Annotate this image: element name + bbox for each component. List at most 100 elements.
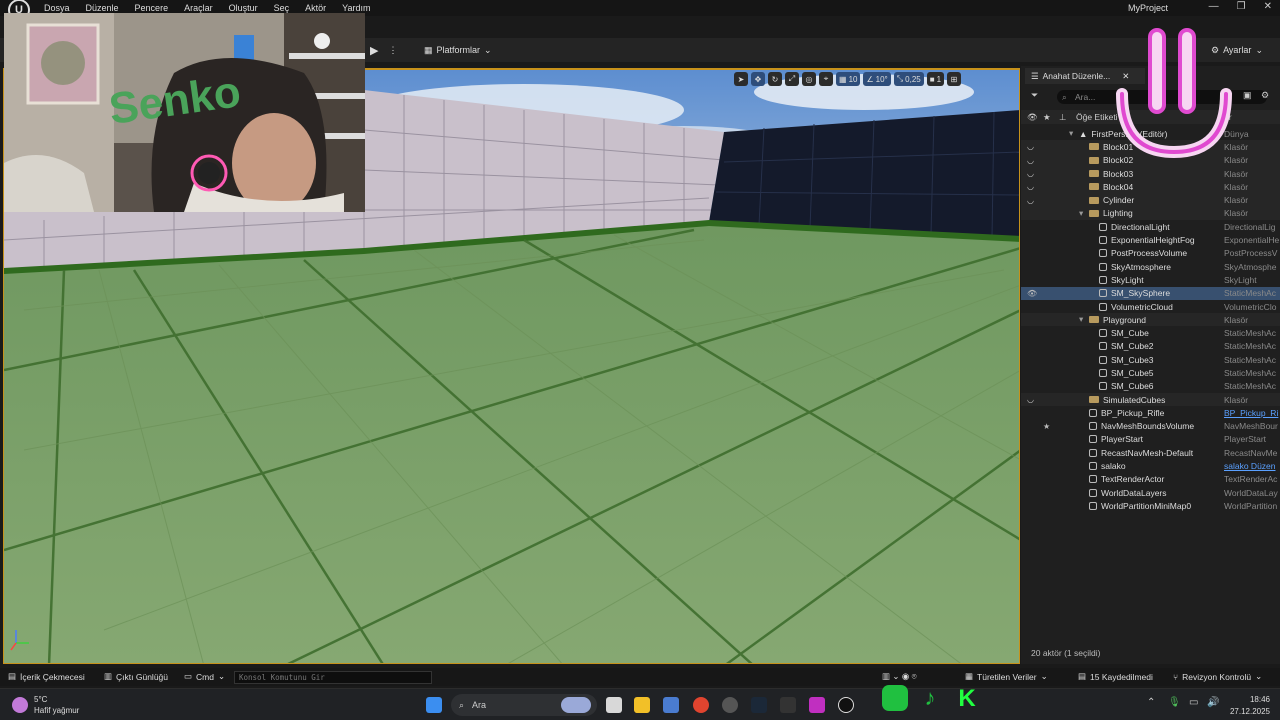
add-folder-icon[interactable]: ▣ [1243,90,1252,101]
outliner-row[interactable]: WorldDataLayers WorldDataLay [1021,486,1280,499]
outliner-row[interactable]: salako salako Düzen [1021,459,1280,472]
pin-icon[interactable]: ⊥ [1059,112,1066,123]
clock[interactable]: 18:46 27.12.2025 [1228,694,1270,718]
weather-widget[interactable]: 5°C Hafif yağmur [12,694,79,716]
camera-speed-button[interactable]: ■ 1 [926,72,945,86]
row-type: RecastNavMe [1224,447,1278,458]
store-icon[interactable] [663,697,679,713]
star-icon[interactable]: ★ [1043,112,1051,123]
visibility-icon[interactable]: ◡ [1027,169,1037,178]
file-explorer-icon[interactable] [634,697,650,713]
menu-window[interactable]: Pencere [127,3,177,13]
menu-tools[interactable]: Araçlar [176,3,221,13]
world-space-icon[interactable]: ◎ [802,72,816,86]
cmd-dropdown[interactable]: ▭ Cmd ⌄ [184,671,225,682]
select-mode-icon[interactable]: ➤ [734,72,748,86]
outliner-row[interactable]: ◡ Cylinder Klasör [1021,193,1280,207]
outliner-row[interactable]: SM_Cube5 StaticMeshAc [1021,366,1280,379]
visibility-icon[interactable]: ◡ [1027,156,1037,165]
outliner-row[interactable]: ◡ Block04 Klasör [1021,180,1280,194]
outliner-row[interactable]: ExponentialHeightFog ExponentialHe [1021,233,1280,246]
visibility-icon[interactable]: 👁 [1027,289,1037,298]
menu-edit[interactable]: Düzenle [78,3,127,13]
more-icon[interactable]: ⋮ [388,45,397,56]
eye-icon[interactable]: 👁 [1027,112,1038,123]
visibility-icon[interactable]: ◡ [1027,142,1037,151]
tray-expand-icon[interactable]: ⌃ [1147,697,1163,713]
content-drawer-button[interactable]: ▤ İçerik Çekmecesi [8,671,85,682]
outliner-row[interactable]: BP_Pickup_Rifle BP_Pickup_Ri [1021,406,1280,419]
windows-start-icon[interactable] [426,697,442,713]
outliner-row[interactable]: PostProcessVolume PostProcessV [1021,247,1280,260]
outliner-row[interactable]: ◡ Block03 Klasör [1021,166,1280,181]
row-type: PostProcessV [1224,248,1278,259]
github-icon[interactable] [722,697,738,713]
visibility-icon[interactable]: ◡ [1027,182,1037,191]
platforms-button[interactable]: ▦ Platformlar ⌄ [424,42,492,58]
translate-icon[interactable]: ✥ [751,72,765,86]
outliner-row[interactable]: ★ NavMeshBoundsVolume NavMeshBour [1021,420,1280,433]
star-icon[interactable]: ★ [1043,422,1053,431]
row-type[interactable]: salako Düzen [1224,461,1280,471]
unreal-taskbar-icon[interactable] [838,697,854,713]
menu-build[interactable]: Oluştur [221,3,266,13]
outliner-row[interactable]: ▾ Lighting Klasör [1021,206,1280,221]
derived-data-button[interactable]: ▦ Türetilen Veriler ⌄ [965,671,1048,682]
rotate-icon[interactable]: ↻ [768,72,782,86]
menu-file[interactable]: Dosya [36,3,78,13]
grid-snap-toggle[interactable]: ▦ 10 [836,72,861,86]
maximize-icon[interactable]: ❐ [1237,1,1246,12]
taskbar-search[interactable]: ⌕ Ara [451,694,597,716]
microphone-icon[interactable]: 🎙 [1168,697,1184,713]
outliner-row[interactable]: SM_Cube6 StaticMeshAc [1021,380,1280,393]
outliner-row[interactable]: SkyLight SkyLight [1021,273,1280,286]
revision-control-button[interactable]: ⑂ Revizyon Kontrolü ⌄ [1173,671,1262,682]
outliner-row[interactable]: TextRenderActor TextRenderAc [1021,473,1280,486]
unsaved-button[interactable]: ▤ 15 Kaydedilmedi [1078,671,1153,682]
volume-icon[interactable]: 🔊 [1207,697,1223,713]
layout-icon[interactable]: ⊞ [947,72,962,86]
outliner-row[interactable]: VolumetricCloud VolumetricClo [1021,300,1280,313]
task-view-icon[interactable] [606,697,622,713]
output-log-button[interactable]: ▥ Çıktı Günlüğü [104,671,168,682]
chevron-down-icon: ⌄ [217,671,226,681]
outliner-row[interactable]: ◡ SimulatedCubes Klasör [1021,392,1280,407]
close-icon[interactable]: ✕ [1264,1,1272,12]
row-label: Block04 [1103,181,1134,192]
outliner-row[interactable]: SM_Cube2 StaticMeshAc [1021,340,1280,353]
filter-icon[interactable]: ⏷ [1031,90,1038,101]
display-icon[interactable]: ▭ [1189,697,1205,713]
row-type[interactable]: BP_Pickup_Ri [1224,408,1280,418]
outliner-row[interactable]: RecastNavMesh-Default RecastNavMe [1021,446,1280,459]
menu-select[interactable]: Seç [266,3,298,13]
outliner-row[interactable]: DirectionalLight DirectionalLig [1021,220,1280,233]
chevron-down-icon[interactable]: ▾ [1069,128,1073,139]
menu-help[interactable]: Yardım [334,3,378,13]
play-button[interactable]: ▶ ⋮ [370,42,397,58]
outliner-row[interactable]: SM_Cube3 StaticMeshAc [1021,353,1280,366]
steam-icon[interactable] [751,697,767,713]
outliner-row[interactable]: ▾ Playground Klasör [1021,313,1280,327]
minimize-icon[interactable]: — [1209,1,1219,12]
row-label: RecastNavMesh-Default [1101,447,1194,458]
chevron-down-icon[interactable]: ▾ [1079,208,1083,219]
outliner-row[interactable]: 👁 SM_SkySphere StaticMeshAc [1021,286,1280,300]
epic-games-icon[interactable] [780,697,796,713]
visibility-icon[interactable]: ◡ [1027,196,1037,205]
scale-icon[interactable]: ⤢ [785,72,799,86]
console-input[interactable]: Konsol Komutunu Gir [234,671,432,684]
outliner-settings-icon[interactable]: ⚙ [1261,90,1269,101]
trace-dropdown[interactable]: ▥ ⌄ ◉ ⌾ [882,671,917,682]
outliner-row[interactable]: SkyAtmosphere SkyAtmosphe [1021,260,1280,273]
menu-actor[interactable]: Aktör [297,3,334,13]
outliner-row[interactable]: PlayerStart PlayerStart [1021,433,1280,446]
outliner-row[interactable]: SM_Cube StaticMeshAc [1021,326,1280,339]
chevron-down-icon[interactable]: ▾ [1079,314,1083,325]
rotation-snap-toggle[interactable]: ∠ 10° [863,72,891,86]
app-icon[interactable] [809,697,825,713]
scale-snap-toggle[interactable]: ⤡ 0,25 [893,72,924,86]
chrome-icon[interactable] [693,697,709,713]
outliner-row[interactable]: WorldPartitionMiniMap0 WorldPartition [1021,499,1280,512]
surface-snap-icon[interactable]: ⌖ [819,72,833,86]
visibility-icon[interactable]: ◡ [1027,395,1037,404]
